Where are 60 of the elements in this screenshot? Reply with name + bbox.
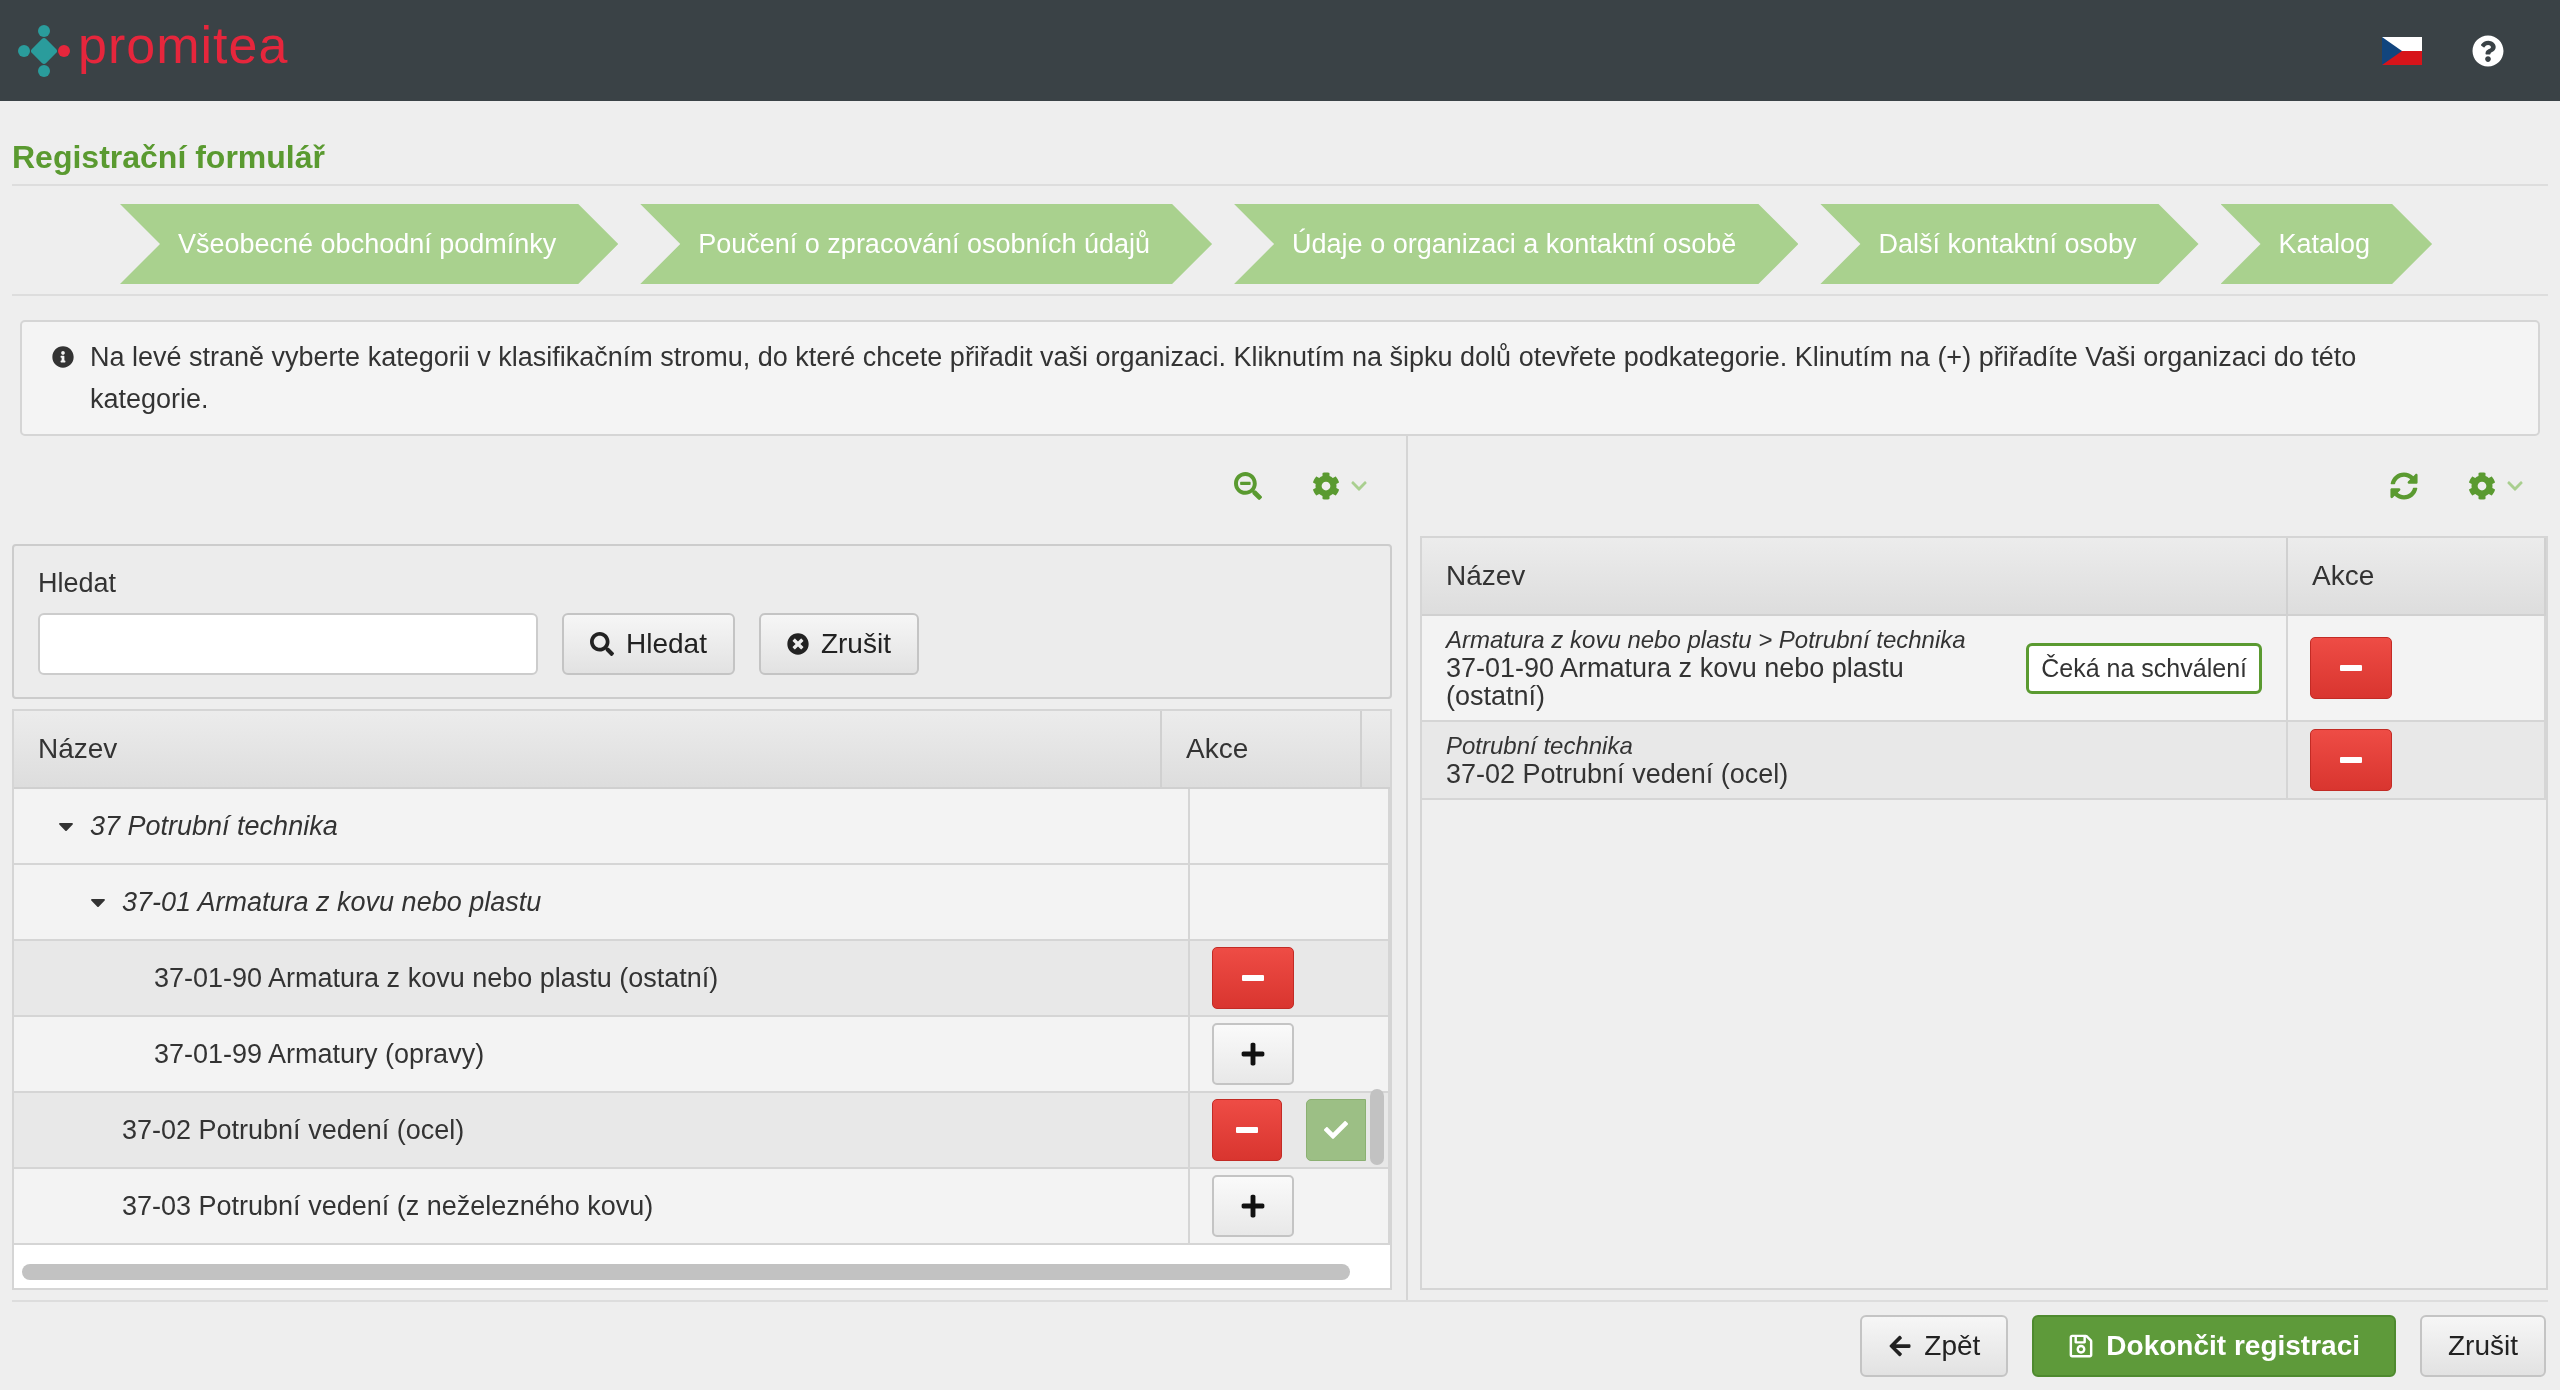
column-header: Akce xyxy=(2288,538,2546,614)
gear-icon xyxy=(2468,472,2496,500)
check-icon xyxy=(1323,1118,1348,1142)
search-button[interactable]: Hledat xyxy=(562,613,735,675)
table-row[interactable]: 37-02 Potrubní vedení (ocel) xyxy=(14,1093,1390,1169)
czech-flag-icon[interactable] xyxy=(2382,36,2422,65)
scrollbar-thumb[interactable] xyxy=(22,1264,1350,1280)
add-button[interactable] xyxy=(1212,1175,1294,1237)
tree-item[interactable]: 37-01-90 Armatura z kovu nebo plastu (ostatní) xyxy=(154,962,719,994)
column-header: Název xyxy=(14,711,1162,787)
minus-icon xyxy=(1235,1127,1258,1133)
scrollbar-thumb[interactable] xyxy=(1370,1089,1384,1165)
search-field[interactable] xyxy=(38,613,538,675)
logo-icon xyxy=(16,22,72,79)
category-path: Armatura z kovu nebo plastu > Potrubní technika xyxy=(1446,626,1967,654)
minus-icon xyxy=(2340,757,2362,763)
save-icon xyxy=(2068,1333,2095,1359)
table-row[interactable]: 37-01-99 Armatury (opravy) xyxy=(14,1017,1390,1093)
category-name: 37-01-90 Armatura z kovu nebo plastu (ostatní) xyxy=(1446,654,1905,710)
category-name: 37-02 Potrubní vedení (ocel) xyxy=(1446,760,1789,788)
cancel-button[interactable]: Zrušit xyxy=(2420,1315,2546,1377)
search-icon xyxy=(590,632,614,656)
minus-icon xyxy=(1242,975,1264,981)
remove-button[interactable] xyxy=(1212,1099,1282,1161)
clear-button[interactable]: Zrušit xyxy=(758,613,919,675)
gear-icon xyxy=(1312,472,1340,500)
table-row[interactable]: 37-01-90 Armatura z kovu nebo plastu (ostatní) xyxy=(14,941,1390,1017)
tree-item[interactable]: 37-03 Potrubní vedení (z neželezného kovu) xyxy=(122,1190,654,1222)
search-label: Hledat xyxy=(38,568,118,599)
arrow-left-icon xyxy=(1888,1334,1913,1358)
info-icon xyxy=(52,346,74,368)
tree-category[interactable]: 37 Potrubní technika xyxy=(90,810,338,842)
remove-button[interactable] xyxy=(2310,729,2392,791)
refresh-icon[interactable] xyxy=(2390,472,2418,500)
back-button[interactable]: Zpět xyxy=(1860,1315,2009,1377)
info-text: Na levé straně vyberte kategorii v klasifikačním stromu, do které chcete přiřadit vaši organizaci. Kliknutím na šipku dolů otevřete podkategorie. Klinutím na (+) přiřadíte Vaši organizaci do této kategorie. xyxy=(90,341,2358,416)
settings-dropdown[interactable] xyxy=(1312,472,1368,500)
page-title: Registrační formulář xyxy=(12,139,2548,186)
close-icon xyxy=(786,633,809,655)
tree-item[interactable]: 37-02 Potrubní vedení (ocel) xyxy=(122,1114,465,1146)
table-row[interactable]: Potrubní technika 37-02 Potrubní vedení (ocel) xyxy=(1422,722,2546,800)
table-row[interactable]: 37-03 Potrubní vedení (z neželezného kovu) xyxy=(14,1169,1390,1245)
help-icon[interactable] xyxy=(2472,34,2504,67)
column-header: Název xyxy=(1422,538,2288,614)
plus-icon xyxy=(1240,1041,1266,1067)
column-header: Akce xyxy=(1162,711,1362,787)
plus-icon xyxy=(1240,1193,1266,1219)
status-badge: Čeká na schválení xyxy=(2026,642,2262,694)
tree-item[interactable]: 37-01-99 Armatury (opravy) xyxy=(154,1038,485,1070)
table-row[interactable]: 37-01 Armatura z kovu nebo plastu xyxy=(14,865,1390,941)
remove-button[interactable] xyxy=(1212,947,1294,1009)
settings-dropdown[interactable] xyxy=(2468,472,2524,500)
table-row[interactable]: 37 Potrubní technika xyxy=(14,789,1390,865)
remove-button[interactable] xyxy=(2310,637,2392,699)
minus-icon xyxy=(2340,665,2362,671)
zoom-out-icon[interactable] xyxy=(1234,472,1262,500)
add-button[interactable] xyxy=(1212,1023,1294,1085)
tree-category[interactable]: 37-01 Armatura z kovu nebo plastu xyxy=(122,886,542,918)
category-path: Potrubní technika xyxy=(1446,732,1634,760)
table-row[interactable]: Armatura z kovu nebo plastu > Potrubní technika 37-01-90 Armatura z kovu nebo plastu (ostatní) Čeká na schválení xyxy=(1422,616,2546,722)
